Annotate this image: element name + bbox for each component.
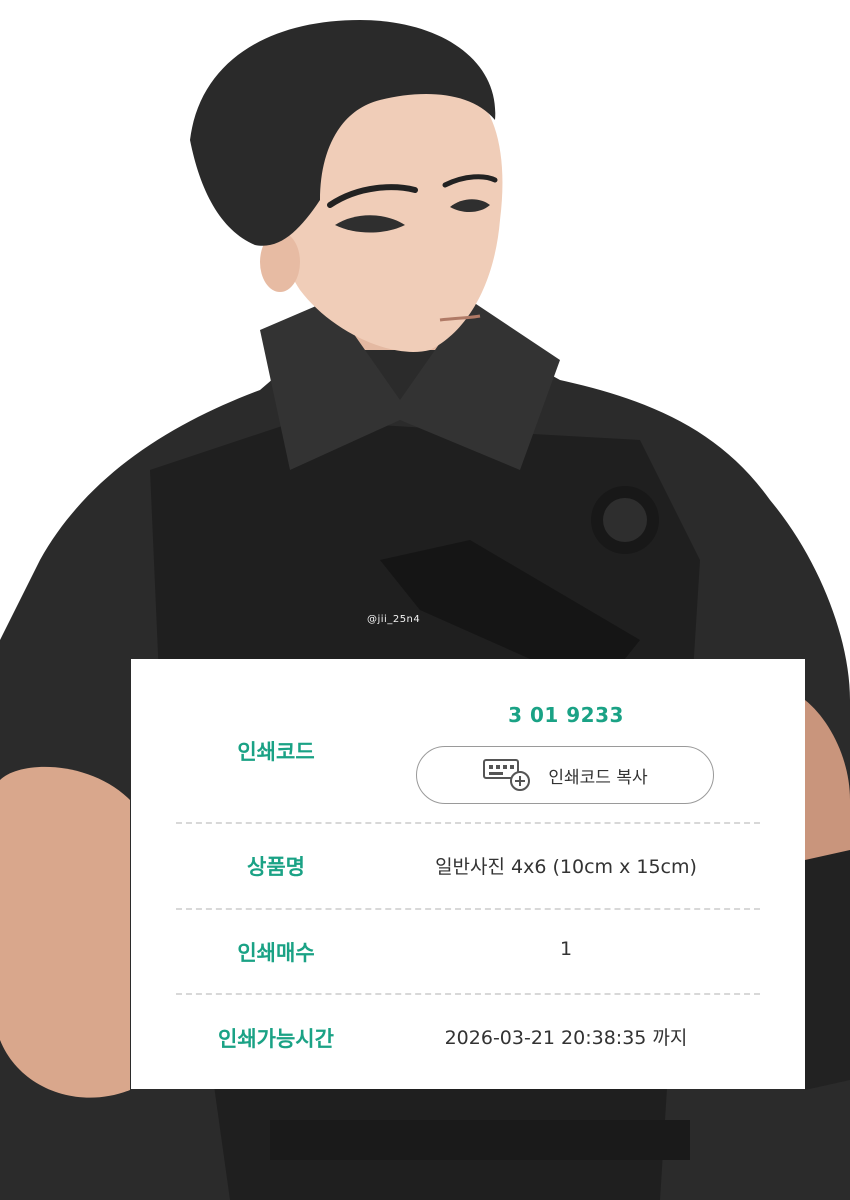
print-count-value: 1 xyxy=(559,938,573,960)
divider xyxy=(176,908,760,910)
print-code-label: 인쇄코드 xyxy=(237,740,315,764)
copy-print-code-button[interactable]: 인쇄코드 복사 xyxy=(416,746,714,804)
copy-code-icon xyxy=(483,759,531,791)
print-deadline-value: 2026-03-21 20:38:35 까지 xyxy=(444,1027,688,1049)
print-deadline-label: 인쇄가능시간 xyxy=(218,1027,334,1051)
print-info-card: 인쇄코드 3 01 9233 인쇄코드 복사 상품명 일반사진 4x6 (10c… xyxy=(131,659,805,1089)
artist-watermark: @jii_25n4 xyxy=(367,614,421,625)
product-value: 일반사진 4x6 (10cm x 15cm) xyxy=(435,856,697,878)
divider xyxy=(176,822,760,824)
print-count-label: 인쇄매수 xyxy=(237,941,315,965)
copy-button-label: 인쇄코드 복사 xyxy=(548,767,648,788)
divider xyxy=(176,993,760,995)
print-code-value: 3 01 9233 xyxy=(508,703,624,727)
product-label: 상품명 xyxy=(247,855,305,879)
